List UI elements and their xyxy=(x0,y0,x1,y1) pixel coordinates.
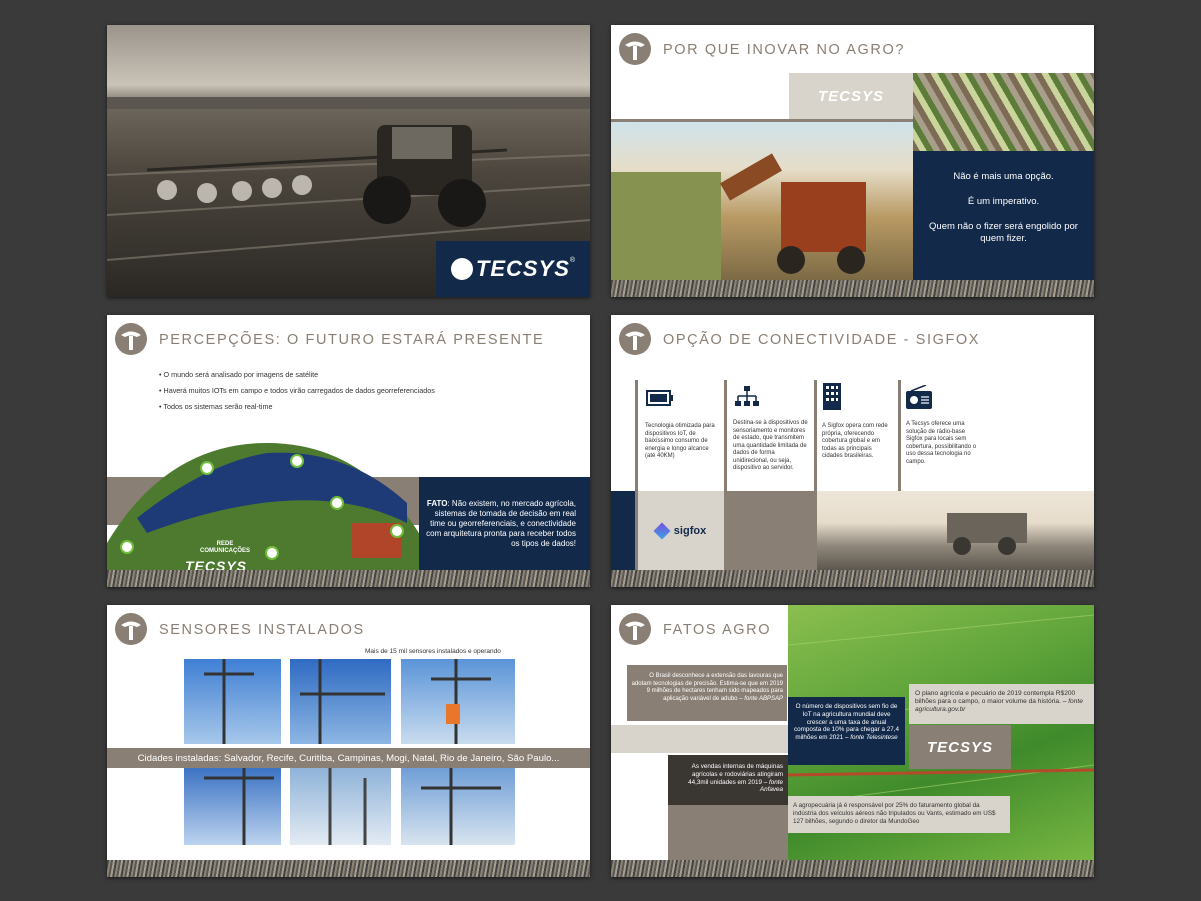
sensors-caption: Mais de 15 mil sensores instalados e ope… xyxy=(365,648,501,655)
network-label: REDE COMUNICAÇÕES xyxy=(199,541,250,554)
tecsys-logo-icon xyxy=(619,33,651,65)
grass-footer xyxy=(611,570,1094,587)
slide-agro-facts[interactable]: FATOS AGRO O Brasil desconhece a extensã… xyxy=(611,605,1094,877)
sigfox-logo-icon xyxy=(653,522,671,539)
perceptions-list: • O mundo será analisado por imagens de … xyxy=(159,367,435,415)
fact-text: : Não existem, no mercado agrícola, sist… xyxy=(426,499,576,548)
fact-panel: FATO: Não existem, no mercado agrícola, … xyxy=(419,477,590,570)
tecsys-logo-icon xyxy=(115,323,147,355)
tecsys-logo-icon xyxy=(450,258,473,280)
grass-footer xyxy=(107,860,590,877)
harvester-photo xyxy=(611,122,913,280)
sigfox-logo: sigfox xyxy=(673,524,707,537)
farm-network-illustration: REDE COMUNICAÇÕES TECSYS xyxy=(107,443,425,587)
slide-title: POR QUE INOVAR NO AGRO? xyxy=(663,42,905,58)
cover-brand: TECSYS xyxy=(475,256,570,281)
pole-photo xyxy=(290,659,391,744)
grass-footer xyxy=(611,280,1094,297)
imperative-panel: Não é mais uma opção. É um imperativo. Q… xyxy=(913,151,1094,280)
fact-text: O plano agrícola e pecuário de 2019 cont… xyxy=(915,690,1076,705)
building-icon xyxy=(823,383,841,410)
slide-title: FATOS AGRO xyxy=(663,622,772,638)
pole-photo xyxy=(401,659,515,744)
slide-title: SENSORES INSTALADOS xyxy=(159,622,365,638)
slide-sigfox[interactable]: OPÇÃO DE CONECTIVIDADE - SIGFOX Tecnolog… xyxy=(611,315,1094,587)
fact-box: As vendas internas de máquinas agrícolas… xyxy=(668,755,788,805)
brand-box: TECSYS xyxy=(909,725,1011,769)
col-text: Tecnologia otimizada para dispositivos I… xyxy=(645,423,715,459)
col-text: Destina-se à dispositivos de sensoriamen… xyxy=(733,420,808,471)
slide-title: PERCEPÇÕES: O FUTURO ESTARÁ PRESENTE xyxy=(159,332,545,348)
line-2: É um imperativo. xyxy=(967,196,1040,207)
cities-text: Cidades instaladas: Salvador, Recife, Cu… xyxy=(137,752,560,764)
pole-photo xyxy=(401,768,515,845)
fact-source: – fonte Telesintese xyxy=(845,734,898,742)
slide-sensors[interactable]: SENSORES INSTALADOS Mais de 15 mil senso… xyxy=(107,605,590,877)
slide-why-innovate[interactable]: POR QUE INOVAR NO AGRO? TECSYS Não é mai… xyxy=(611,25,1094,297)
tecsys-logo-icon xyxy=(115,613,147,645)
tecsys-logo-icon xyxy=(619,323,651,355)
sugarcane-photo xyxy=(913,73,1094,151)
radio-icon xyxy=(906,385,932,409)
line-3: Quem não o fizer será engolido por quem … xyxy=(929,221,1078,244)
fact-box: O plano agrícola e pecuário de 2019 cont… xyxy=(909,684,1094,724)
network-icon xyxy=(735,386,759,406)
list-item: • O mundo será analisado por imagens de … xyxy=(159,370,319,379)
list-item: • Todos os sistemas serão real-time xyxy=(159,402,273,411)
taupe-block xyxy=(668,805,788,860)
col-text: A Tecsys oferece uma solução de rádio-ba… xyxy=(906,421,977,465)
fact-box: A agropecuária já é responsável por 25% … xyxy=(788,796,1010,833)
grass-footer xyxy=(611,860,1094,877)
battery-icon xyxy=(646,390,673,406)
fact-source: – fonte ABPSAP xyxy=(739,695,783,702)
grass-footer xyxy=(107,570,590,587)
tecsys-logo-icon xyxy=(619,613,651,645)
slide-perceptions[interactable]: PERCEPÇÕES: O FUTURO ESTARÁ PRESENTE • O… xyxy=(107,315,590,587)
sigfox-block: sigfox xyxy=(638,491,724,570)
col-text: A Sigfox opera com rede própria, oferece… xyxy=(822,423,888,459)
cities-band: Cidades instaladas: Salvador, Recife, Cu… xyxy=(107,748,590,768)
taupe-block xyxy=(727,491,814,570)
harvest-field-photo xyxy=(817,491,1094,570)
line-1: Não é mais uma opção. xyxy=(953,171,1054,182)
navy-block xyxy=(611,491,635,570)
list-item: • Haverá muitos IOTs em campo e todos vi… xyxy=(159,386,435,395)
brand-tag: TECSYS xyxy=(926,738,993,756)
cover-logo-panel: TECSYS ® xyxy=(436,241,590,297)
brand-band: TECSYS xyxy=(789,73,913,119)
slide-title: OPÇÃO DE CONECTIVIDADE - SIGFOX xyxy=(663,332,981,348)
light-band xyxy=(611,725,788,753)
pole-photo xyxy=(290,768,391,845)
fact-box: O número de dispositivos sem fio de IoT … xyxy=(788,697,905,765)
fact-label: FATO xyxy=(426,499,448,508)
fact-text: A agropecuária já é responsável por 25% … xyxy=(793,802,996,825)
slide-cover[interactable]: TECSYS ® xyxy=(107,25,590,297)
pole-photo xyxy=(184,659,281,744)
fact-box: O Brasil desconhece a extensão das lavou… xyxy=(627,665,787,721)
brand-tag: TECSYS xyxy=(817,87,884,105)
cover-brand-reg: ® xyxy=(569,257,576,264)
pole-photo xyxy=(184,768,281,845)
fact-source: – fonte Anfavea xyxy=(759,778,783,794)
